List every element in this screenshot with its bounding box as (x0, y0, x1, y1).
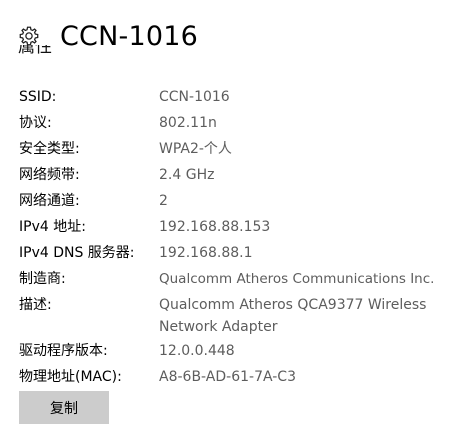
property-value: 2 (159, 193, 168, 209)
property-label: 物理地址(MAC): (19, 369, 122, 385)
copy-button[interactable]: 复制 (19, 391, 109, 424)
property-value: CCN-1016 (159, 89, 230, 105)
section-heading: 属性 (18, 45, 52, 63)
gear-icon (19, 26, 39, 46)
property-value: Qualcomm Atheros QCA9377 Wireless Networ… (159, 297, 427, 335)
property-label: 安全类型: (19, 141, 80, 157)
property-value: WPA2-个人 (159, 141, 232, 157)
section-heading-text: 属性 (18, 45, 52, 57)
property-label: SSID: (19, 89, 57, 105)
property-value: 802.11n (159, 115, 217, 131)
property-value: 192.168.88.1 (159, 245, 253, 261)
property-value: A8-6B-AD-61-7A-C3 (159, 369, 296, 385)
property-value: Qualcomm Atheros Communications Inc. (159, 271, 435, 287)
property-label: IPv4 DNS 服务器: (19, 245, 135, 261)
page-title: CCN-1016 (60, 20, 198, 52)
property-label: IPv4 地址: (19, 219, 86, 235)
property-label: 协议: (19, 115, 52, 131)
property-value: 192.168.88.153 (159, 219, 271, 235)
property-label: 描述: (19, 297, 52, 313)
property-label: 网络通道: (19, 193, 80, 209)
property-label: 驱动程序版本: (19, 343, 108, 359)
property-value: 12.0.0.448 (159, 343, 235, 359)
property-label: 制造商: (19, 271, 66, 287)
property-value: 2.4 GHz (159, 167, 215, 183)
property-label: 网络频带: (19, 167, 80, 183)
